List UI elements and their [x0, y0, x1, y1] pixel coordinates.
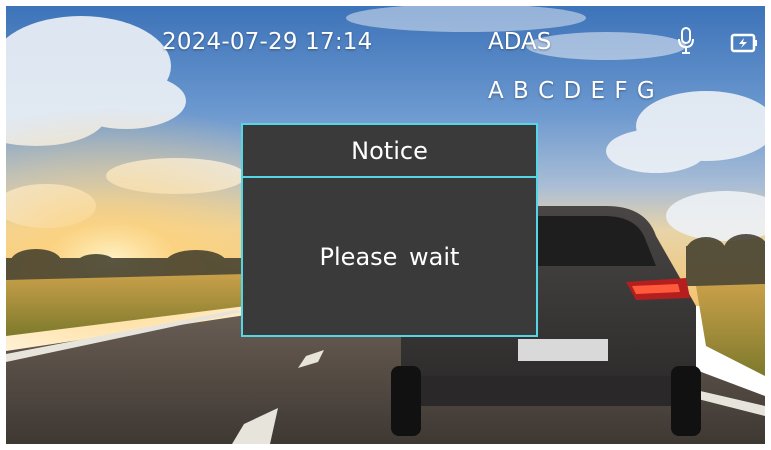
adas-indicators: A B C D E F G	[488, 78, 655, 104]
datetime-display: 2024-07-29 17:14	[162, 29, 373, 55]
notice-dialog: Notice Please wait	[241, 123, 538, 337]
battery-charging-icon	[730, 33, 757, 53]
dialog-message: Please wait	[319, 242, 460, 271]
dashcam-screen: 2024-07-29 17:14 ADAS A B C D E F G Noti…	[6, 6, 765, 444]
dialog-title: Notice	[243, 125, 536, 178]
adas-mode-label: ADAS	[488, 29, 552, 55]
microphone-icon	[678, 27, 694, 54]
